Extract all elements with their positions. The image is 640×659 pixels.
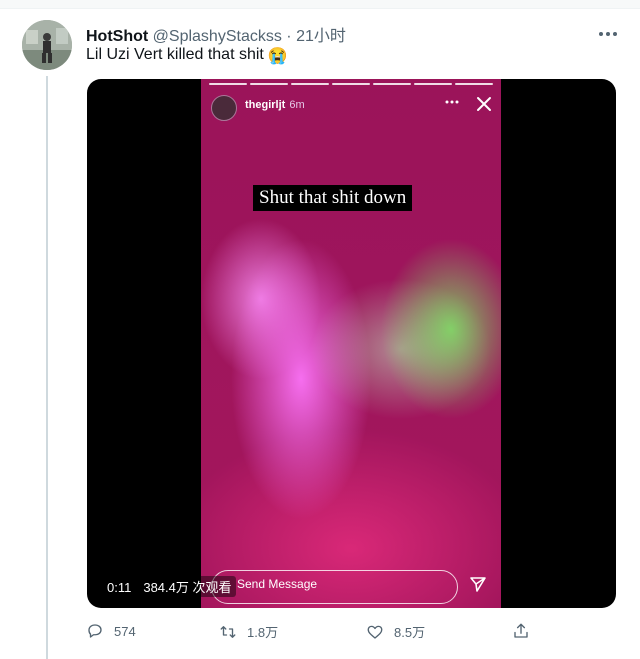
like-button[interactable]: 8.5万	[366, 622, 425, 641]
emoji: 😭	[267, 48, 288, 65]
tweet-body: Lil Uzi Vert killed that shit	[86, 46, 264, 63]
tweet-header: HotShot @SplashyStackss · 21小时	[86, 22, 346, 46]
video-elapsed: 0:11	[107, 580, 132, 595]
avatar[interactable]	[22, 20, 72, 70]
tweet-actions: 574 1.8万 8.5万	[86, 622, 528, 642]
tweet-time[interactable]: 21小时	[296, 28, 346, 45]
separator-dot: ·	[286, 28, 292, 45]
story-username: thegirljt	[245, 99, 286, 111]
video-views: 384.4万 次观看	[143, 580, 232, 595]
share-icon	[514, 623, 528, 638]
story-user: thegirljt 6m	[245, 99, 305, 111]
story-caption: Shut that shit down	[253, 185, 413, 211]
story-time: 6m	[289, 99, 305, 111]
reply-button[interactable]: 574	[86, 622, 136, 640]
video-info: 0:11 384.4万 次观看	[103, 576, 236, 597]
story-frame: thegirljt 6m Shut that shit down Send Mes…	[201, 79, 501, 608]
message-placeholder: Send Message	[237, 577, 318, 591]
retweet-button[interactable]: 1.8万	[219, 622, 278, 641]
close-icon	[477, 97, 491, 111]
retweet-icon	[220, 625, 236, 638]
heart-icon	[367, 625, 383, 639]
timeline-top-border	[0, 0, 640, 9]
send-icon	[470, 577, 486, 592]
story-avatar	[211, 95, 237, 121]
more-horizontal-icon[interactable]	[598, 30, 618, 38]
author-handle[interactable]: @SplashyStackss	[153, 28, 282, 45]
retweet-count: 1.8万	[247, 625, 279, 640]
like-count: 8.5万	[394, 625, 426, 640]
share-button[interactable]	[512, 622, 530, 640]
author-name[interactable]: HotShot	[86, 28, 148, 45]
avatar-image	[22, 20, 72, 70]
reply-icon	[88, 624, 102, 638]
video-player[interactable]: thegirljt 6m Shut that shit down Send Mes…	[87, 79, 616, 608]
thread-line	[46, 76, 48, 659]
tweet-text: Lil Uzi Vert killed that shit 😭	[86, 46, 288, 66]
story-more-icon	[445, 100, 459, 104]
reply-count: 574	[114, 623, 136, 639]
story-progress	[209, 83, 493, 85]
